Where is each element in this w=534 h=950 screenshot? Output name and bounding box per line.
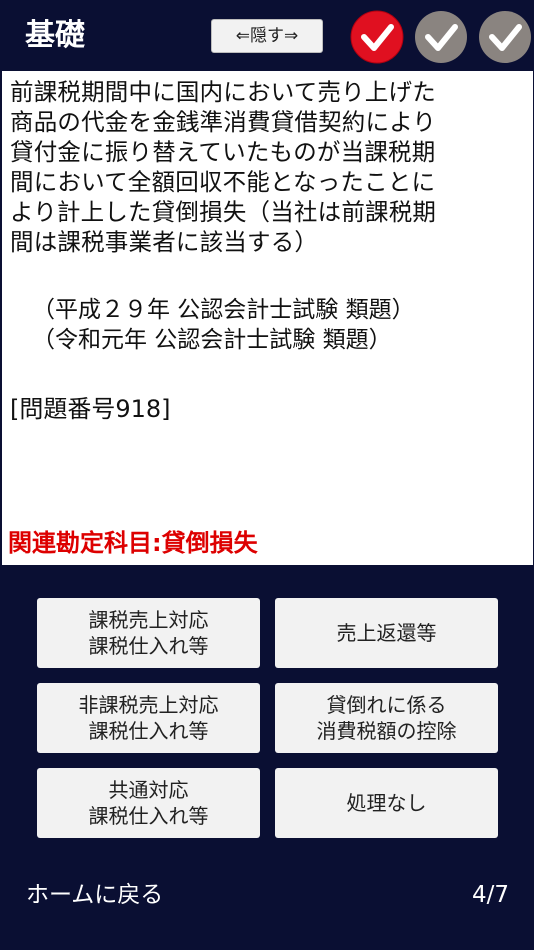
answer-label-line1: 処理なし [346, 791, 427, 815]
question-line: より計上した貸倒損失（当社は前課税期 [10, 198, 437, 226]
home-link[interactable]: ホームに戻る [26, 877, 163, 913]
answer-label-line2: 課税仕入れ等 [88, 804, 209, 828]
exam-source: （令和元年 公認会計士試験 類題） [32, 327, 392, 353]
answer-label-line2: 課税仕入れ等 [88, 634, 209, 658]
answer-label-line1: 貸倒れに係る [326, 693, 447, 717]
question-line: 前課税期間中に国内において売り上げた [10, 78, 436, 106]
answer-label-line2: 課税仕入れ等 [88, 719, 209, 743]
related-account: 関連勘定科目:貸倒損失 [8, 529, 258, 557]
check-icon[interactable] [478, 10, 532, 64]
question-text: 前課税期間中に国内において売り上げた 商品の代金を金銭準消費貸借契約により 貸付… [10, 77, 529, 257]
question-line: 貸付金に振り替えていたものが当課税期 [10, 138, 436, 166]
question-line: 商品の代金を金銭準消費貸借契約により [10, 108, 437, 136]
answer-bad-debt-deduction-button[interactable]: 貸倒れに係る 消費税額の控除 [275, 683, 498, 753]
check-icon[interactable] [414, 10, 468, 64]
question-panel: 前課税期間中に国内において売り上げた 商品の代金を金銭準消費貸借契約により 貸付… [2, 71, 533, 565]
answer-sales-returns-button[interactable]: 売上返還等 [275, 598, 498, 668]
answer-label-line2: 消費税額の控除 [316, 719, 457, 743]
problem-number: [問題番号918] [10, 395, 171, 423]
answer-common-purchases-button[interactable]: 共通対応 課税仕入れ等 [37, 768, 260, 838]
question-line: 間は課税事業者に該当する） [10, 228, 319, 256]
page-title: 基礎 [25, 18, 85, 53]
answer-taxable-sales-purchases-button[interactable]: 課税売上対応 課税仕入れ等 [37, 598, 260, 668]
answer-label-line1: 共通対応 [108, 778, 189, 802]
answer-label-line1: 非課税売上対応 [78, 693, 219, 717]
question-line: 間において全額回収不能となったことに [10, 168, 436, 196]
answer-label-line1: 売上返還等 [336, 621, 437, 645]
answer-label-line1: 課税売上対応 [88, 608, 209, 632]
exam-source: （平成２９年 公認会計士試験 類題） [32, 297, 415, 323]
exam-sources: （平成２９年 公認会計士試験 類題） （令和元年 公認会計士試験 類題） [10, 295, 529, 355]
answer-nontaxable-sales-purchases-button[interactable]: 非課税売上対応 課税仕入れ等 [37, 683, 260, 753]
check-icon[interactable] [350, 10, 404, 64]
page-counter: 4/7 [471, 882, 509, 908]
hide-button[interactable]: ⇐隠す⇒ [211, 19, 323, 53]
answer-no-treatment-button[interactable]: 処理なし [275, 768, 498, 838]
